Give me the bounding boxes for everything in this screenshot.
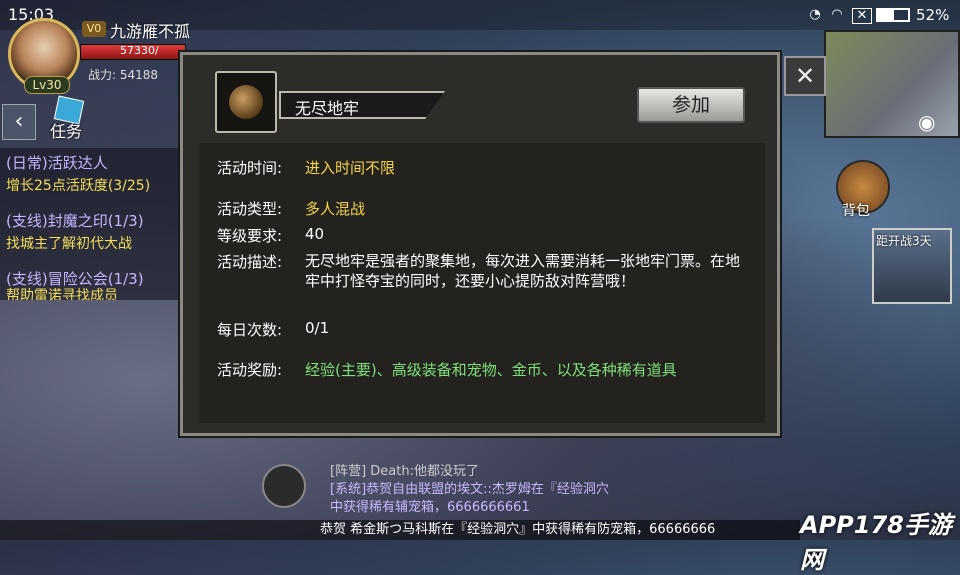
event-countdown: 距开战3天 bbox=[876, 234, 932, 248]
type-value: 多人混战 bbox=[305, 200, 366, 218]
tab-quests-label: 任务 bbox=[50, 122, 83, 141]
wifi-icon: ◠ bbox=[831, 7, 843, 22]
eye-icon[interactable]: ◉ bbox=[918, 110, 935, 134]
chat-button[interactable] bbox=[262, 464, 306, 508]
player-name: 九游雁不孤 bbox=[110, 22, 191, 41]
chat-line: 中获得稀有辅宠箱，6666666661 bbox=[330, 500, 530, 515]
time-label: 活动时间: bbox=[217, 159, 283, 177]
quest-item[interactable]: (支线)封魔之印(1/3) 找城主了解初代大战 bbox=[0, 206, 180, 264]
reward-label: 活动奖励: bbox=[217, 361, 283, 379]
power-value: 战力: 54188 bbox=[88, 68, 159, 82]
desc-value: 无尽地牢是强者的聚集地，每次进入需要消耗一张地牢门票。在地牢中打怪夺宝的同时，还… bbox=[305, 252, 741, 290]
quest-desc: 找城主了解初代大战 bbox=[6, 236, 132, 252]
quest-title: (日常)活跃达人 bbox=[6, 154, 108, 172]
watermark: APP178手游网 bbox=[800, 511, 952, 574]
level-label: 等级要求: bbox=[217, 227, 283, 245]
activity-dialog: 无尽地牢 参加 活动时间: 进入时间不限 活动类型: 多人混战 等级要求: 40… bbox=[180, 52, 780, 436]
battery-percent: 52% bbox=[916, 6, 950, 24]
chat-line: [阵营] Death:他都没玩了 bbox=[330, 464, 479, 479]
quest-item[interactable]: (支线)冒险公会(1/3) 帮助雷诺寻找成员 bbox=[0, 264, 180, 300]
sim-icon: ✕ bbox=[852, 8, 872, 24]
quest-desc: 帮助雷诺寻找成员 bbox=[6, 288, 118, 300]
dialog-title: 无尽地牢 bbox=[295, 99, 360, 118]
tab-quests[interactable]: 任务 bbox=[46, 95, 96, 141]
reward-value: 经验(主要)、高级装备和宠物、金币、以及各种稀有道具 bbox=[305, 361, 677, 379]
type-label: 活动类型: bbox=[217, 200, 283, 218]
daily-value: 0/1 bbox=[305, 319, 330, 337]
alarm-icon: ◔ bbox=[809, 7, 821, 22]
announcement-ticker: 恭贺 希金斯つ马科斯在『经验洞穴』中获得稀有防宠箱，66666666 bbox=[0, 520, 800, 540]
close-button[interactable]: ✕ bbox=[784, 56, 826, 96]
desc-label: 活动描述: bbox=[217, 253, 283, 271]
level-value: 40 bbox=[305, 225, 325, 243]
time-value: 进入时间不限 bbox=[305, 159, 396, 177]
battery-icon bbox=[876, 8, 910, 22]
hp-text: 57330/ bbox=[120, 44, 159, 57]
activity-icon bbox=[215, 71, 277, 133]
player-level: Lv30 bbox=[24, 76, 70, 94]
collapse-panel-button[interactable]: ‹ bbox=[2, 104, 36, 140]
battery-level bbox=[878, 10, 894, 20]
quest-desc: 增长25点活跃度(3/25) bbox=[6, 178, 151, 194]
bag-label: 背包 bbox=[842, 203, 870, 219]
daily-label: 每日次数: bbox=[217, 321, 283, 339]
chat-line: [系统]恭贺自由联盟的埃文::杰罗姆在『经验洞穴 bbox=[330, 482, 609, 497]
join-button[interactable]: 参加 bbox=[637, 87, 745, 123]
vip-badge[interactable]: V0 bbox=[82, 21, 106, 37]
ticker-text: 恭贺 希金斯つ马科斯在『经验洞穴』中获得稀有防宠箱，66666666 bbox=[320, 522, 716, 537]
quest-item[interactable]: (日常)活跃达人 增长25点活跃度(3/25) bbox=[0, 148, 180, 206]
chat-log: [阵营] Death:他都没玩了 [系统]恭贺自由联盟的埃文::杰罗姆在『经验洞… bbox=[320, 456, 790, 520]
quest-title: (支线)封魔之印(1/3) bbox=[6, 212, 144, 230]
minimap[interactable] bbox=[824, 30, 960, 138]
